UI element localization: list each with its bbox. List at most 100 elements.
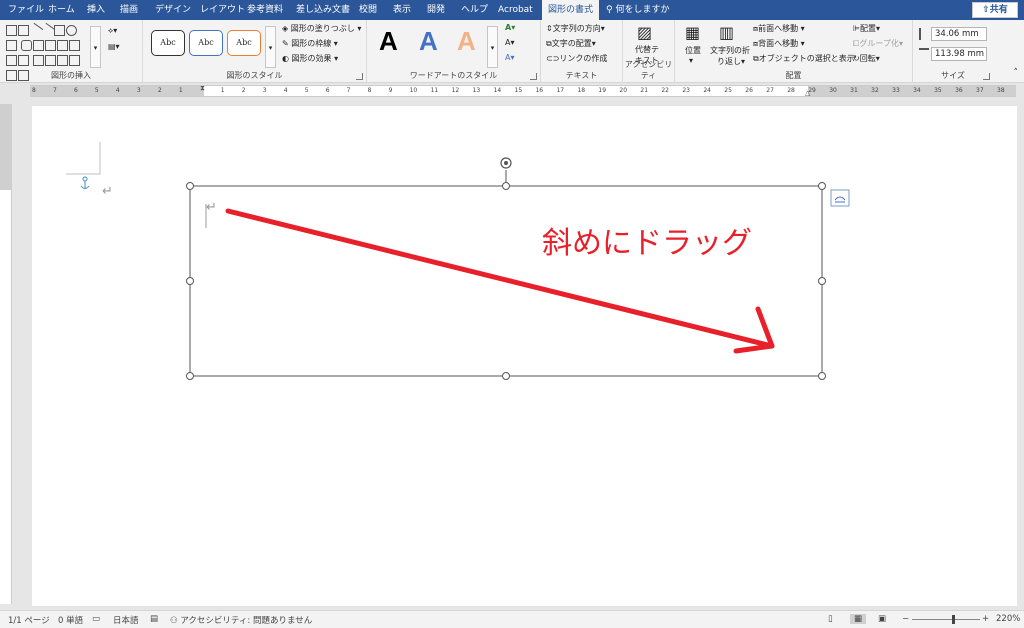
shape-effects-button[interactable]: ◐ 図形の効果 ▾ (282, 53, 338, 64)
shape-outline-button[interactable]: ✎ 図形の枠線 ▾ (282, 38, 338, 49)
line2-shape-icon[interactable] (39, 22, 56, 39)
rect-shape-icon[interactable] (6, 25, 17, 36)
wrap-text-label-2-group[interactable]: り返し▾ (717, 56, 745, 67)
alt-text-icon[interactable]: ▨ (637, 23, 652, 42)
align-text-button[interactable]: ⧉文字の配置▾ (546, 38, 596, 49)
selection-pane-button[interactable]: ⧉オブジェクトの選択と表示 (753, 53, 855, 64)
tab-file[interactable]: ファイル (8, 0, 44, 20)
tab-references[interactable]: 参考資料 (247, 0, 283, 20)
send-backward-button[interactable]: ⧈背面へ移動 ▾ (753, 38, 805, 49)
layout-options-icon[interactable] (830, 189, 850, 207)
more-shapes-icon[interactable] (6, 40, 17, 51)
position-icon[interactable]: ▦ (685, 23, 700, 42)
collapse-ribbon-icon[interactable]: ˄ (1014, 68, 1019, 78)
indent-marker-icon[interactable]: ⧗ (200, 84, 205, 93)
tab-view[interactable]: 表示 (393, 0, 411, 20)
text-effects-icon[interactable]: A▾ (505, 53, 515, 62)
connector-shape-icon[interactable] (44, 40, 56, 51)
focus-mode-icon[interactable]: ▯ (828, 614, 833, 624)
resize-handle-ne[interactable] (818, 182, 826, 190)
wrap-text-icon[interactable]: ▥ (719, 23, 734, 42)
resize-handle-e[interactable] (818, 277, 826, 285)
tab-developer[interactable]: 開発 (427, 0, 445, 20)
rotate-handle-icon[interactable] (500, 157, 512, 169)
shape-style-more-icon[interactable]: ▾ (265, 26, 276, 68)
wordart-style-orange[interactable]: A (457, 26, 476, 57)
create-link-button[interactable]: ⊂⊃リンクの作成 (546, 53, 607, 64)
align-button[interactable]: ⊫配置▾ (853, 23, 880, 34)
tab-mailings[interactable]: 差し込み文書 (296, 0, 350, 20)
wrap-text-label-1[interactable]: 文字列の折 (710, 45, 750, 56)
tell-me-box[interactable]: ⚲ 何をしますか (606, 0, 669, 20)
wordart-style-blue[interactable]: A (419, 26, 438, 57)
tab-insert[interactable]: 挿入 (87, 0, 105, 20)
width-input[interactable]: 113.98 mm (931, 47, 987, 61)
tab-review[interactable]: 校閲 (359, 0, 377, 20)
zoom-level[interactable]: 220% (996, 614, 1020, 624)
tab-acrobat[interactable]: Acrobat (498, 0, 533, 20)
shape-gallery-more-icon[interactable]: ▾ (90, 26, 101, 68)
rounded-rect-shape-icon[interactable] (20, 40, 32, 51)
document-page[interactable]: ↵ ↵ 斜めにドラッグ (32, 106, 1017, 606)
share-button[interactable]: ⇧共有 (972, 2, 1018, 18)
word-count[interactable]: 0 単語 (58, 614, 83, 626)
zoom-in-button[interactable]: + (982, 614, 989, 624)
tab-help[interactable]: ヘルプ (461, 0, 488, 20)
triangle-shape-icon[interactable] (32, 40, 44, 51)
resize-handle-se[interactable] (818, 372, 826, 380)
position-dropdown-icon[interactable]: ▾ (689, 56, 693, 65)
language-indicator[interactable]: 日本語 (113, 614, 139, 626)
wordart-style-black[interactable]: A (379, 26, 398, 57)
wordart-launcher-icon[interactable] (530, 73, 537, 80)
vertical-ruler[interactable] (0, 104, 12, 604)
resize-handle-n[interactable] (502, 182, 510, 190)
web-layout-icon[interactable]: ▣ (878, 614, 886, 624)
zoom-slider[interactable] (912, 619, 980, 620)
macro-icon[interactable]: ▤ (150, 614, 158, 624)
scribble-shape-icon[interactable] (56, 55, 68, 66)
accessibility-status[interactable]: ⚇ アクセシビリティ: 問題ありません (170, 614, 312, 626)
tab-shape-format[interactable]: 図形の書式 (542, 0, 600, 20)
alt-text-label-1[interactable]: 代替テ (635, 44, 659, 55)
anchor-icon[interactable] (80, 176, 90, 189)
ruler-track[interactable]: ⧗ △ 8 7 6 5 4 3 2 1 1 2 3 4 5 6 7 8 9 10 11 12 13 14 15 16 17 18 1… (30, 84, 1016, 97)
zoom-slider-thumb[interactable] (952, 615, 955, 624)
edit-shape-icon[interactable]: ⟡▾ (108, 26, 117, 36)
freeform-shape-icon[interactable] (44, 55, 56, 66)
page-count[interactable]: 1/1 ページ (8, 614, 50, 626)
shape-style-3[interactable]: Abc (227, 30, 261, 56)
position-button[interactable]: 位置 (685, 45, 701, 56)
brace-shape-icon[interactable] (68, 55, 80, 66)
resize-handle-nw[interactable] (186, 182, 194, 190)
tab-home[interactable]: ホーム (48, 0, 75, 20)
text-direction-button[interactable]: ⇕文字列の方向▾ (546, 23, 605, 34)
resize-handle-sw[interactable] (186, 372, 194, 380)
text-outline-icon[interactable]: A▾ (505, 38, 515, 47)
rotate-button[interactable]: ↻回転▾ (853, 53, 880, 64)
height-input[interactable]: 34.06 mm (931, 27, 987, 41)
tab-draw[interactable]: 描画 (120, 0, 138, 20)
oval-shape-icon[interactable] (66, 25, 77, 36)
resize-handle-w[interactable] (186, 277, 194, 285)
shape-style-2[interactable]: Abc (189, 30, 223, 56)
tab-design[interactable]: デザイン (155, 0, 191, 20)
wordart-more-icon[interactable]: ▾ (487, 26, 498, 68)
shape-fill-button[interactable]: ◈ 図形の塗りつぶし ▾ (282, 23, 361, 34)
zoom-out-button[interactable]: − (902, 614, 909, 624)
square-shape-icon[interactable] (54, 25, 65, 36)
size-launcher-icon[interactable] (983, 73, 990, 80)
bring-forward-button[interactable]: ⧈前面へ移動 ▾ (753, 23, 805, 34)
shape-styles-launcher-icon[interactable] (356, 73, 363, 80)
group-button[interactable]: ⧠グループ化▾ (853, 38, 903, 49)
arrow-shape-icon[interactable] (68, 40, 80, 51)
connector2-shape-icon[interactable] (56, 40, 68, 51)
tab-layout[interactable]: レイアウト (200, 0, 245, 20)
print-layout-icon[interactable]: ▦ (850, 614, 867, 624)
down-arrow-shape-icon[interactable] (6, 55, 17, 66)
textbox-icon[interactable]: ▤▾ (108, 42, 120, 51)
curve-shape-icon[interactable] (32, 55, 44, 66)
shape-style-1[interactable]: Abc (151, 30, 185, 56)
resize-handle-s[interactable] (502, 372, 510, 380)
star-shape-icon[interactable] (18, 55, 29, 66)
proofing-icon[interactable]: ▭ (92, 614, 100, 624)
